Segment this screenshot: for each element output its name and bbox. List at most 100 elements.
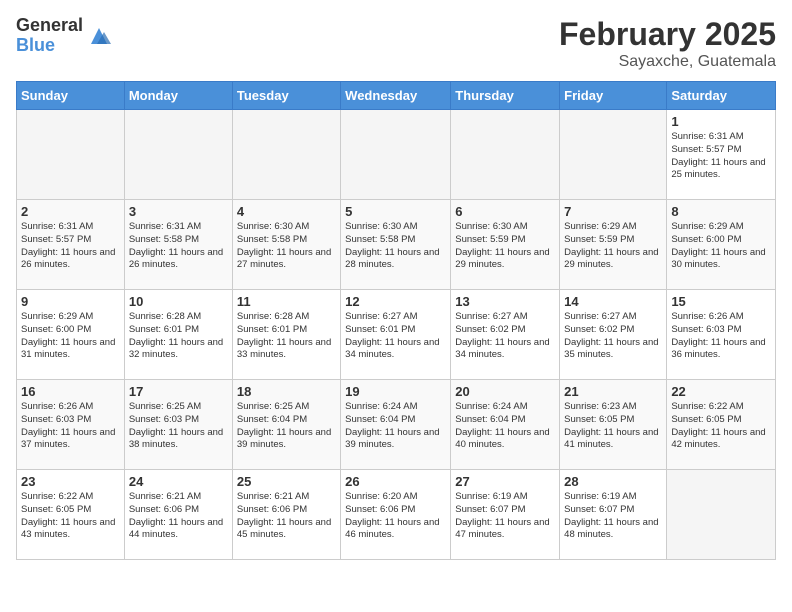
- calendar-cell: [560, 110, 667, 200]
- day-info: Sunrise: 6:27 AM Sunset: 6:01 PM Dayligh…: [345, 311, 446, 362]
- calendar-cell: 16 Sunrise: 6:26 AM Sunset: 6:03 PM Dayli…: [17, 380, 125, 470]
- month-year: February 2025: [559, 16, 776, 53]
- calendar-cell: 10 Sunrise: 6:28 AM Sunset: 6:01 PM Dayli…: [124, 290, 232, 380]
- calendar-cell: 23 Sunrise: 6:22 AM Sunset: 6:05 PM Dayli…: [17, 470, 125, 560]
- day-info: Sunrise: 6:30 AM Sunset: 5:59 PM Dayligh…: [455, 221, 555, 272]
- calendar-day-header: Tuesday: [232, 82, 340, 110]
- calendar-cell: 5Sunrise: 6:30 AM Sunset: 5:58 PM Daylig…: [341, 200, 451, 290]
- day-info: Sunrise: 6:19 AM Sunset: 6:07 PM Dayligh…: [455, 491, 555, 542]
- logo: General Blue: [16, 16, 111, 56]
- calendar-day-header: Monday: [124, 82, 232, 110]
- day-number: 20: [455, 384, 555, 399]
- day-info: Sunrise: 6:31 AM Sunset: 5:58 PM Dayligh…: [129, 221, 228, 272]
- day-number: 4: [237, 204, 336, 219]
- day-number: 3: [129, 204, 228, 219]
- day-info: Sunrise: 6:31 AM Sunset: 5:57 PM Dayligh…: [21, 221, 120, 272]
- calendar-week-row: 1Sunrise: 6:31 AM Sunset: 5:57 PM Daylig…: [17, 110, 776, 200]
- day-number: 19: [345, 384, 446, 399]
- day-number: 21: [564, 384, 662, 399]
- day-number: 15: [671, 294, 771, 309]
- day-info: Sunrise: 6:21 AM Sunset: 6:06 PM Dayligh…: [129, 491, 228, 542]
- calendar-cell: [17, 110, 125, 200]
- day-info: Sunrise: 6:29 AM Sunset: 6:00 PM Dayligh…: [21, 311, 120, 362]
- day-number: 11: [237, 294, 336, 309]
- day-number: 8: [671, 204, 771, 219]
- day-info: Sunrise: 6:23 AM Sunset: 6:05 PM Dayligh…: [564, 401, 662, 452]
- calendar-cell: 11 Sunrise: 6:28 AM Sunset: 6:01 PM Dayli…: [232, 290, 340, 380]
- day-number: 2: [21, 204, 120, 219]
- day-number: 27: [455, 474, 555, 489]
- day-info: Sunrise: 6:22 AM Sunset: 6:05 PM Dayligh…: [21, 491, 120, 542]
- day-number: 26: [345, 474, 446, 489]
- calendar-cell: 4 Sunrise: 6:30 AM Sunset: 5:58 PM Daylig…: [232, 200, 340, 290]
- day-info: Sunrise: 6:25 AM Sunset: 6:03 PM Dayligh…: [129, 401, 228, 452]
- calendar-week-row: 23 Sunrise: 6:22 AM Sunset: 6:05 PM Dayli…: [17, 470, 776, 560]
- calendar-cell: [124, 110, 232, 200]
- calendar-cell: [341, 110, 451, 200]
- logo-blue-text: Blue: [16, 36, 83, 56]
- day-info: Sunrise: 6:29 AM Sunset: 5:59 PM Dayligh…: [564, 221, 662, 272]
- day-info: Sunrise: 6:28 AM Sunset: 6:01 PM Dayligh…: [237, 311, 336, 362]
- calendar-table: SundayMondayTuesdayWednesdayThursdayFrid…: [16, 81, 776, 560]
- day-number: 17: [129, 384, 228, 399]
- calendar-week-row: 16 Sunrise: 6:26 AM Sunset: 6:03 PM Dayli…: [17, 380, 776, 470]
- day-number: 18: [237, 384, 336, 399]
- day-number: 7: [564, 204, 662, 219]
- calendar-week-row: 2 Sunrise: 6:31 AM Sunset: 5:57 PM Daylig…: [17, 200, 776, 290]
- day-info: Sunrise: 6:22 AM Sunset: 6:05 PM Dayligh…: [671, 401, 771, 452]
- calendar-cell: 13 Sunrise: 6:27 AM Sunset: 6:02 PM Dayli…: [451, 290, 560, 380]
- location: Sayaxche, Guatemala: [559, 53, 776, 71]
- calendar-cell: 25 Sunrise: 6:21 AM Sunset: 6:06 PM Dayli…: [232, 470, 340, 560]
- day-info: Sunrise: 6:20 AM Sunset: 6:06 PM Dayligh…: [345, 491, 446, 542]
- calendar-cell: 9 Sunrise: 6:29 AM Sunset: 6:00 PM Daylig…: [17, 290, 125, 380]
- calendar-cell: 24Sunrise: 6:21 AM Sunset: 6:06 PM Dayli…: [124, 470, 232, 560]
- calendar-cell: 1Sunrise: 6:31 AM Sunset: 5:57 PM Daylig…: [667, 110, 776, 200]
- day-info: Sunrise: 6:24 AM Sunset: 6:04 PM Dayligh…: [455, 401, 555, 452]
- calendar-header-row: SundayMondayTuesdayWednesdayThursdayFrid…: [17, 82, 776, 110]
- calendar-day-header: Sunday: [17, 82, 125, 110]
- day-info: Sunrise: 6:27 AM Sunset: 6:02 PM Dayligh…: [564, 311, 662, 362]
- day-number: 22: [671, 384, 771, 399]
- calendar-cell: 6 Sunrise: 6:30 AM Sunset: 5:59 PM Daylig…: [451, 200, 560, 290]
- calendar-cell: 12 Sunrise: 6:27 AM Sunset: 6:01 PM Dayli…: [341, 290, 451, 380]
- calendar-cell: 26 Sunrise: 6:20 AM Sunset: 6:06 PM Dayli…: [341, 470, 451, 560]
- calendar-day-header: Saturday: [667, 82, 776, 110]
- day-number: 23: [21, 474, 120, 489]
- calendar-cell: 18Sunrise: 6:25 AM Sunset: 6:04 PM Dayli…: [232, 380, 340, 470]
- calendar-cell: 3 Sunrise: 6:31 AM Sunset: 5:58 PM Daylig…: [124, 200, 232, 290]
- day-number: 28: [564, 474, 662, 489]
- calendar-week-row: 9 Sunrise: 6:29 AM Sunset: 6:00 PM Daylig…: [17, 290, 776, 380]
- calendar-cell: 19 Sunrise: 6:24 AM Sunset: 6:04 PM Dayli…: [341, 380, 451, 470]
- day-number: 25: [237, 474, 336, 489]
- day-info: Sunrise: 6:24 AM Sunset: 6:04 PM Dayligh…: [345, 401, 446, 452]
- day-info: Sunrise: 6:30 AM Sunset: 5:58 PM Dayligh…: [345, 221, 446, 272]
- day-number: 10: [129, 294, 228, 309]
- calendar-day-header: Thursday: [451, 82, 560, 110]
- day-number: 9: [21, 294, 120, 309]
- calendar-cell: 14 Sunrise: 6:27 AM Sunset: 6:02 PM Dayli…: [560, 290, 667, 380]
- title-block: February 2025 Sayaxche, Guatemala: [559, 16, 776, 71]
- calendar-cell: 15 Sunrise: 6:26 AM Sunset: 6:03 PM Dayli…: [667, 290, 776, 380]
- day-info: Sunrise: 6:29 AM Sunset: 6:00 PM Dayligh…: [671, 221, 771, 272]
- day-info: Sunrise: 6:26 AM Sunset: 6:03 PM Dayligh…: [21, 401, 120, 452]
- page-header: General Blue February 2025 Sayaxche, Gua…: [16, 16, 776, 71]
- day-info: Sunrise: 6:28 AM Sunset: 6:01 PM Dayligh…: [129, 311, 228, 362]
- calendar-cell: 27 Sunrise: 6:19 AM Sunset: 6:07 PM Dayli…: [451, 470, 560, 560]
- day-number: 13: [455, 294, 555, 309]
- day-info: Sunrise: 6:26 AM Sunset: 6:03 PM Dayligh…: [671, 311, 771, 362]
- calendar-cell: [232, 110, 340, 200]
- day-number: 1: [671, 114, 771, 129]
- day-info: Sunrise: 6:21 AM Sunset: 6:06 PM Dayligh…: [237, 491, 336, 542]
- logo-general-text: General: [16, 16, 83, 36]
- day-info: Sunrise: 6:27 AM Sunset: 6:02 PM Dayligh…: [455, 311, 555, 362]
- day-number: 14: [564, 294, 662, 309]
- calendar-cell: 20 Sunrise: 6:24 AM Sunset: 6:04 PM Dayli…: [451, 380, 560, 470]
- calendar-cell: 8 Sunrise: 6:29 AM Sunset: 6:00 PM Daylig…: [667, 200, 776, 290]
- calendar-cell: [451, 110, 560, 200]
- day-number: 6: [455, 204, 555, 219]
- day-info: Sunrise: 6:30 AM Sunset: 5:58 PM Dayligh…: [237, 221, 336, 272]
- calendar-cell: 21 Sunrise: 6:23 AM Sunset: 6:05 PM Dayli…: [560, 380, 667, 470]
- day-number: 16: [21, 384, 120, 399]
- calendar-cell: 22 Sunrise: 6:22 AM Sunset: 6:05 PM Dayli…: [667, 380, 776, 470]
- day-number: 12: [345, 294, 446, 309]
